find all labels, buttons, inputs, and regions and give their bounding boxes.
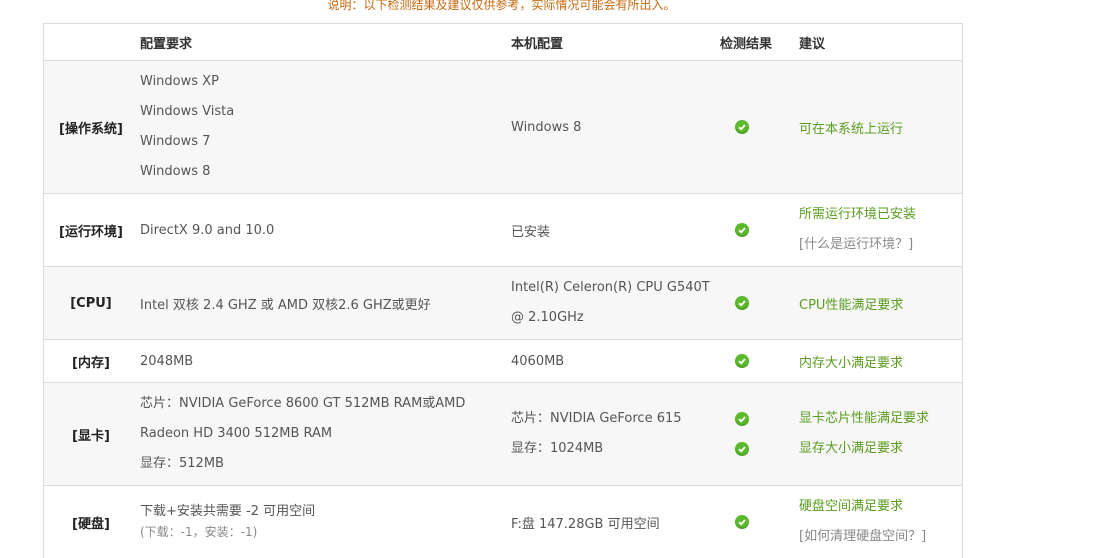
header-result: 检测结果 [720, 36, 773, 52]
local-cpu-line: Intel(R) Celeron(R) CPU G540T [511, 280, 710, 295]
check-circle-icon [735, 442, 749, 456]
disk-requirement-breakdown: (下载：-1，安装：-1) [140, 525, 258, 539]
header-local: 本机配置 [511, 36, 564, 52]
check-circle-icon [735, 223, 749, 237]
advice-gpu-line: 显存大小满足要求 [799, 441, 904, 456]
os-requirement-item: Windows 7 [140, 134, 211, 149]
table-row-memory: [内存] 2048MB 4060MB 内存大小满足要求 [44, 339, 962, 382]
local-os: Windows 8 [511, 119, 582, 135]
local-gpu-line: 芯片：NVIDIA GeForce 615 [511, 411, 682, 426]
local-gpu: 芯片：NVIDIA GeForce 615 显存：1024MB [511, 383, 711, 485]
runtime-help-link[interactable]: [什么是运行环境？] [799, 230, 959, 260]
advice-runtime: 所需运行环境已安装 [什么是运行环境？] [799, 194, 959, 266]
result-gpu [714, 383, 770, 485]
advice-runtime-text: 所需运行环境已安装 [799, 207, 917, 222]
system-check-table: 配置要求 本机配置 检测结果 建议 [操作系统] Windows XP Wind… [43, 23, 963, 558]
table-header: 配置要求 本机配置 检测结果 建议 [44, 24, 962, 60]
advice-cpu: CPU性能满足要求 [799, 297, 904, 313]
requirement-gpu: 芯片：NVIDIA GeForce 8600 GT 512MB RAM或AMD … [140, 383, 500, 485]
result-disk [714, 486, 770, 558]
gpu-requirement-line: Radeon HD 3400 512MB RAM [140, 426, 333, 441]
requirement-cpu: Intel 双核 2.4 GHZ 或 AMD 双核2.6 GHZ或更好 [140, 297, 431, 313]
disk-requirement-text: 下载+安装共需要 -2 可用空间 [140, 504, 316, 519]
os-requirement-item: Windows Vista [140, 104, 235, 119]
gpu-requirement-line: 芯片：NVIDIA GeForce 8600 GT 512MB RAM或AMD [140, 396, 466, 411]
row-label-runtime: [运行环境] [59, 224, 123, 240]
table-row-cpu: [CPU] Intel 双核 2.4 GHZ 或 AMD 双核2.6 GHZ或更… [44, 266, 962, 339]
header-requirement: 配置要求 [140, 36, 193, 52]
row-label-disk: [硬盘] [72, 516, 110, 532]
result-memory [714, 340, 770, 382]
local-disk: F:盘 147.28GB 可用空间 [511, 516, 660, 532]
local-cpu: Intel(R) Celeron(R) CPU G540T @ 2.10GHz [511, 267, 711, 339]
check-circle-icon [735, 412, 749, 426]
table-row-os: [操作系统] Windows XP Windows Vista Windows … [44, 60, 962, 193]
row-label-memory: [内存] [72, 355, 110, 371]
advice-memory: 内存大小满足要求 [799, 355, 904, 371]
advice-gpu-line: 显卡芯片性能满足要求 [799, 411, 930, 426]
disk-help-link[interactable]: [如何清理硬盘空间？] [799, 522, 959, 552]
result-os [714, 61, 770, 193]
gpu-requirement-line: 显存：512MB [140, 456, 224, 471]
disclaimer-note: 说明：以下检测结果及建议仅供参考，实际情况可能会有所出入。 [327, 0, 676, 12]
advice-gpu: 显卡芯片性能满足要求 显存大小满足要求 [799, 383, 959, 485]
result-cpu [714, 267, 770, 339]
requirement-runtime: DirectX 9.0 and 10.0 [140, 222, 275, 238]
requirement-os: Windows XP Windows Vista Windows 7 Windo… [140, 61, 500, 193]
table-row-disk: [硬盘] 下载+安装共需要 -2 可用空间 (下载：-1，安装：-1) F:盘 … [44, 485, 962, 558]
table-row-gpu: [显卡] 芯片：NVIDIA GeForce 8600 GT 512MB RAM… [44, 382, 962, 485]
header-advice: 建议 [799, 36, 826, 52]
advice-disk-text: 硬盘空间满足要求 [799, 499, 904, 514]
requirement-memory: 2048MB [140, 353, 194, 369]
local-runtime: 已安装 [511, 224, 551, 240]
check-circle-icon [735, 354, 749, 368]
row-label-os: [操作系统] [59, 121, 123, 137]
os-requirement-item: Windows XP [140, 74, 219, 89]
local-memory: 4060MB [511, 353, 565, 369]
local-cpu-line: @ 2.10GHz [511, 310, 584, 325]
result-runtime [714, 194, 770, 266]
local-gpu-line: 显存：1024MB [511, 441, 604, 456]
check-circle-icon [735, 515, 749, 529]
check-circle-icon [735, 120, 749, 134]
check-circle-icon [735, 296, 749, 310]
advice-os: 可在本系统上运行 [799, 121, 904, 137]
table-row-runtime: [运行环境] DirectX 9.0 and 10.0 已安装 所需运行环境已安… [44, 193, 962, 266]
row-label-cpu: [CPU] [70, 295, 112, 311]
advice-disk: 硬盘空间满足要求 [如何清理硬盘空间？] [799, 486, 959, 558]
requirement-disk: 下载+安装共需要 -2 可用空间 (下载：-1，安装：-1) [140, 486, 500, 558]
os-requirement-item: Windows 8 [140, 164, 211, 179]
row-label-gpu: [显卡] [72, 428, 110, 444]
